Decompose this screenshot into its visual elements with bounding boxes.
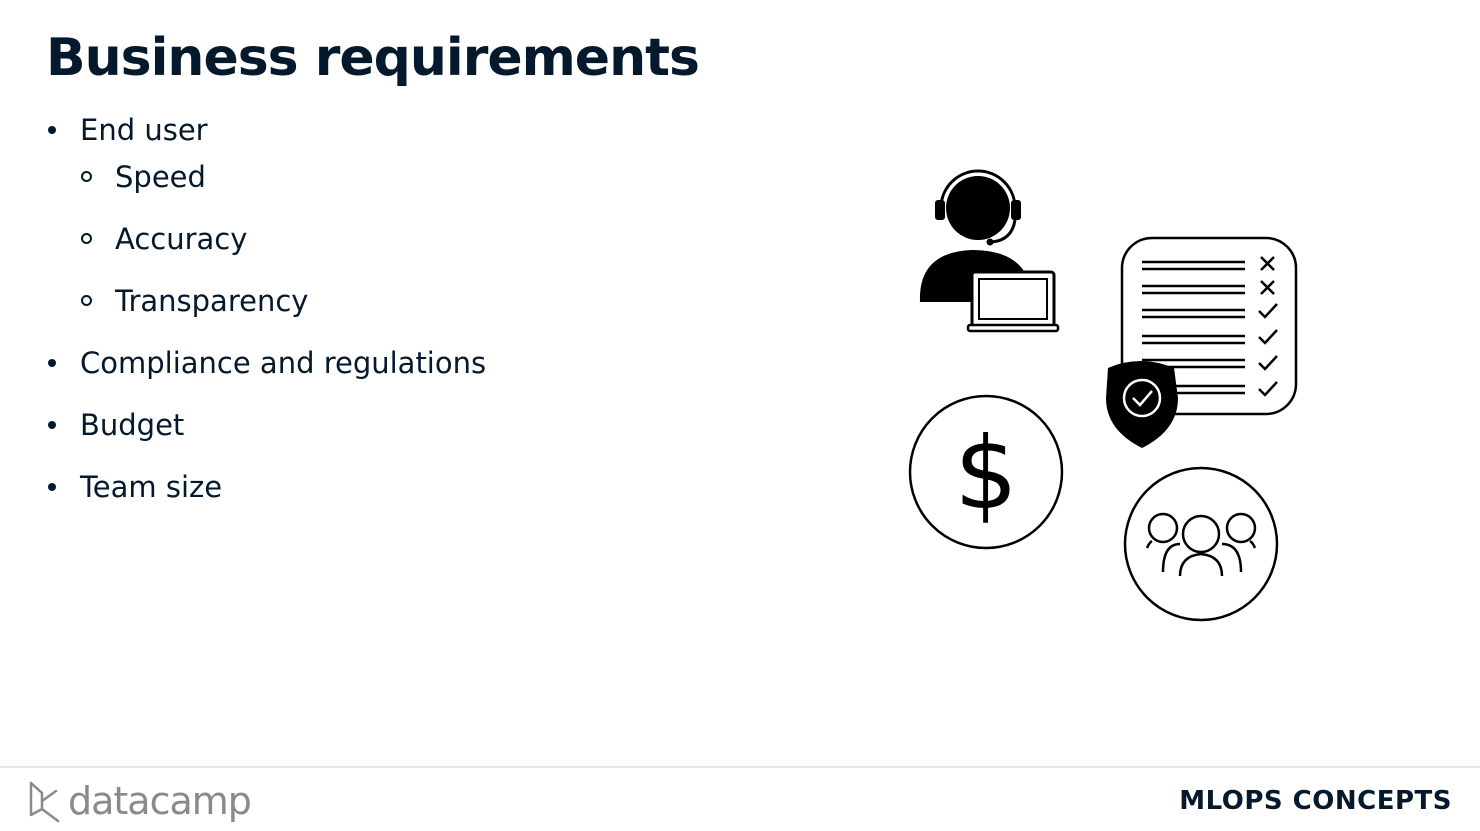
bullet-end-user: End user Speed Accuracy Transparency — [46, 108, 486, 323]
bullet-label: End user — [80, 113, 208, 147]
sub-bullet-list: Speed Accuracy Transparency — [80, 155, 486, 323]
support-agent-icon — [919, 169, 1060, 333]
bullet-list: End user Speed Accuracy Transparency Com… — [46, 108, 486, 509]
bullet-compliance: Compliance and regulations — [46, 341, 486, 385]
datacamp-logo-icon — [29, 781, 60, 823]
sub-bullet-accuracy: Accuracy — [80, 217, 486, 261]
datacamp-logo: datacamp — [28, 778, 252, 824]
bullet-team-size: Team size — [46, 465, 486, 509]
team-group-icon — [1123, 466, 1279, 622]
course-name: MLOPS CONCEPTS — [1179, 786, 1452, 816]
sub-bullet-speed: Speed — [80, 155, 486, 199]
sub-bullet-transparency: Transparency — [80, 279, 486, 323]
business-requirements-illustration: $ — [908, 169, 1298, 622]
shield-check-icon — [1106, 361, 1178, 448]
dollar-symbol: $ — [954, 415, 1018, 532]
bullet-budget: Budget — [46, 403, 486, 447]
footer-divider — [0, 766, 1480, 768]
logo-text: datacamp — [68, 779, 252, 823]
dollar-coin-icon: $ — [908, 394, 1064, 550]
slide-title: Business requirements — [46, 28, 700, 88]
